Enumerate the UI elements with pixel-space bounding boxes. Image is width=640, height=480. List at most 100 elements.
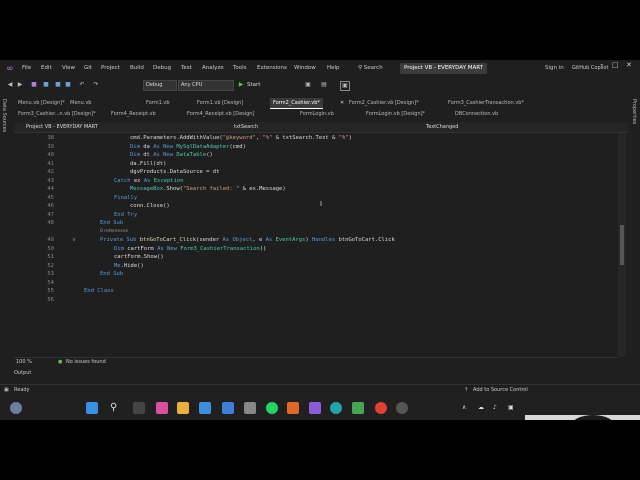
menu-file[interactable]: File — [22, 65, 31, 71]
search-label: Search — [363, 65, 383, 71]
edge-browser-icon[interactable] — [330, 402, 342, 414]
toolbar-toggle-icon[interactable]: ▣ — [340, 81, 350, 91]
menu-git[interactable]: Git — [84, 65, 92, 71]
menu-test[interactable]: Test — [181, 65, 192, 71]
code-line-47: End Try — [114, 211, 138, 218]
open-icon[interactable]: ■ — [42, 81, 50, 89]
menu-edit[interactable]: Edit — [41, 65, 52, 71]
tray-chevron-up-icon[interactable]: ∧ — [462, 404, 466, 411]
menu-tools[interactable]: Tools — [233, 65, 247, 71]
taskbar-search-icon[interactable]: ⚲ — [110, 402, 122, 414]
properties-tab[interactable]: Properties — [631, 99, 637, 124]
tab-form-login-design[interactable]: FormLogin.vb [Design]* — [366, 109, 425, 119]
redo-icon[interactable]: ↷ — [92, 81, 100, 89]
tab-menu-vb[interactable]: Menu.vb — [70, 98, 91, 108]
forward-icon[interactable]: ▶ — [16, 81, 24, 89]
whatsapp-icon[interactable] — [266, 402, 278, 414]
tab-form3-cashier-transaction[interactable]: Form3_CashierTransaction.vb* — [448, 98, 524, 108]
start-button[interactable]: Start — [247, 82, 260, 88]
new-item-icon[interactable]: ■ — [30, 81, 38, 89]
tab-form1-design[interactable]: Form1.vb [Design] — [197, 98, 243, 108]
excel-icon[interactable] — [352, 402, 364, 414]
toolbar-tool-icon[interactable]: ▣ — [304, 81, 312, 89]
line-number: 45 — [47, 194, 54, 201]
menu-analyze[interactable]: Analyze — [202, 65, 224, 71]
codelens-references[interactable]: 0 references — [100, 229, 128, 234]
search-button[interactable]: ⚲ Search — [358, 65, 394, 75]
back-icon[interactable]: ◀ — [6, 81, 14, 89]
code-line-43: Catch ex As Exception — [114, 177, 184, 184]
copilot-app-icon[interactable] — [156, 402, 168, 414]
close-tab-icon[interactable]: ✕ — [340, 98, 344, 108]
tab-form-login[interactable]: FormLogin.vb — [300, 109, 334, 119]
line-number: 42 — [47, 169, 54, 175]
line-number: 43 — [47, 177, 54, 184]
status-bar: ▣ Ready ↑ Add to Source Control — [0, 384, 640, 395]
issues-status[interactable]: No issues found — [66, 358, 106, 367]
menu-help[interactable]: Help — [327, 65, 340, 71]
tab-form2-cashier-design[interactable]: Form2_Cashier.vb [Design]* — [349, 98, 419, 108]
start-icon[interactable]: ▶ — [237, 81, 245, 89]
tab-form4-receipt[interactable]: Form4_Receipt.vb — [111, 109, 156, 119]
tab-db-connection[interactable]: DBConnection.vb — [455, 109, 498, 119]
menu-extensions[interactable]: Extensions — [257, 65, 287, 71]
code-navigation-bar: Project VB - EVERYDAY MART txtSearch Tex… — [14, 122, 628, 133]
line-number: 39 — [47, 143, 54, 150]
menu-window[interactable]: Window — [294, 65, 316, 71]
file-explorer-icon[interactable] — [177, 402, 189, 414]
minimize-icon[interactable]: – — [600, 60, 604, 68]
maximize-icon[interactable]: □ — [612, 61, 619, 69]
tab-form1[interactable]: Form1.vb — [146, 98, 170, 108]
save-icon[interactable]: ■ — [54, 81, 62, 89]
tab-form4-receipt-design[interactable]: Form4_Receipt.vb [Design] — [187, 109, 254, 119]
add-to-source-control-button[interactable]: Add to Source Control — [473, 385, 528, 395]
event-dropdown[interactable]: TextChanged — [426, 123, 458, 131]
scrollbar-thumb[interactable] — [620, 225, 624, 265]
close-icon[interactable]: ✕ — [626, 61, 632, 69]
task-view-icon[interactable] — [133, 402, 145, 414]
weather-widget-icon[interactable] — [10, 402, 22, 414]
right-side-panel: Properties — [628, 93, 640, 393]
photos-app-icon[interactable] — [244, 402, 256, 414]
code-line-38: cmd.Parameters.AddWithValue("@keyword", … — [130, 135, 352, 141]
code-line-55: End Class — [84, 288, 114, 294]
platform-dropdown[interactable]: Any CPU — [178, 80, 234, 91]
tab-menu-design[interactable]: Menu.vb [Design]* — [18, 98, 65, 108]
vertical-scrollbar[interactable] — [618, 133, 626, 357]
configuration-dropdown[interactable]: Debug — [143, 80, 177, 91]
object-dropdown[interactable]: txtSearch — [234, 123, 258, 131]
camera-app-icon[interactable] — [222, 402, 234, 414]
visual-studio-taskbar-icon[interactable] — [309, 402, 321, 414]
output-panel-tab[interactable]: Output — [14, 370, 114, 379]
tab-form2-cashier[interactable]: Form2_Cashier.vb* — [270, 98, 323, 109]
xampp-icon[interactable] — [287, 402, 299, 414]
menu-project[interactable]: Project — [101, 65, 120, 71]
code-line-52: Me.Hide() — [114, 262, 144, 269]
project-scope-dropdown[interactable]: Project VB - EVERYDAY MART — [26, 123, 98, 131]
code-editor[interactable]: 38 39 40 41 42 43 44 45 46 47 48 49 50 5… — [14, 133, 618, 357]
toolbar-layout-icon[interactable]: ▤ — [320, 81, 328, 89]
collapse-chevron-icon[interactable]: ∨ — [72, 237, 76, 243]
tab-form3-design[interactable]: Form3_Cashier...n.vb [Design]* — [18, 109, 96, 119]
start-menu-icon[interactable] — [86, 402, 98, 414]
menu-view[interactable]: View — [62, 65, 75, 71]
volume-icon[interactable]: ♪ — [493, 404, 497, 411]
webcam-person-hair — [571, 415, 615, 420]
onedrive-icon[interactable]: ☁ — [478, 404, 484, 411]
undo-icon[interactable]: ↶ — [78, 81, 86, 89]
document-tabs-row-2: Form3_Cashier...n.vb [Design]* Form4_Rec… — [14, 109, 628, 119]
sign-in-link[interactable]: Sign in — [545, 65, 564, 71]
data-sources-tab[interactable]: Data Sources — [1, 99, 7, 132]
language-indicator-icon[interactable]: ▣ — [508, 404, 514, 411]
zoom-level[interactable]: 100 % — [16, 358, 32, 367]
chrome-icon[interactable] — [375, 402, 387, 414]
line-number: 44 — [47, 186, 54, 192]
left-side-panel: Data Sources — [0, 93, 12, 393]
ms-store-icon[interactable] — [199, 402, 211, 414]
settings-gear-icon[interactable] — [396, 402, 408, 414]
save-all-icon[interactable]: ■ — [64, 81, 72, 89]
project-name-badge: Project VB - EVERYDAY MART — [400, 63, 487, 74]
menu-debug[interactable]: Debug — [153, 65, 171, 71]
code-line-53: End Sub — [100, 271, 124, 277]
menu-build[interactable]: Build — [130, 65, 144, 71]
